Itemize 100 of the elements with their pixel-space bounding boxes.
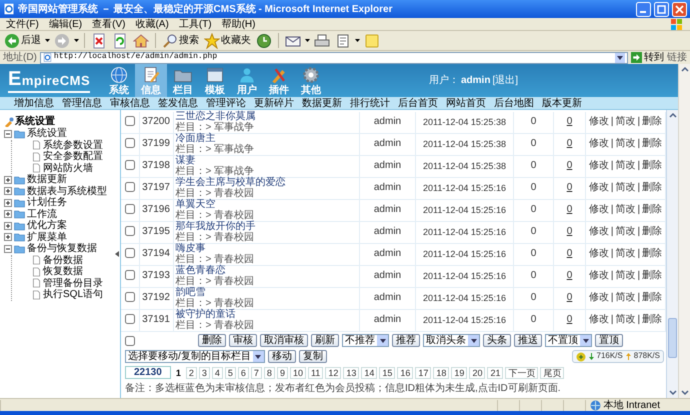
row-checkbox[interactable] xyxy=(124,270,135,280)
tree-item[interactable]: 恢复数据 xyxy=(43,266,83,278)
subnav-link[interactable]: 审核信息 xyxy=(110,98,150,108)
menu-item[interactable]: 编辑(E) xyxy=(48,18,82,30)
page-link[interactable]: 16 xyxy=(397,366,414,378)
page-link[interactable]: 17 xyxy=(415,366,432,378)
menu-item[interactable]: 收藏(A) xyxy=(135,18,169,30)
subnav-link[interactable]: 版本更新 xyxy=(542,98,582,108)
action-link[interactable]: 修改 xyxy=(588,292,609,304)
action-link[interactable]: 修改 xyxy=(588,160,609,172)
subnav-link[interactable]: 管理信息 xyxy=(62,98,102,108)
title-link[interactable]: 单翼天空 xyxy=(176,200,216,210)
count-link[interactable]: 0 xyxy=(566,204,572,216)
tree-item[interactable]: 管理备份目录 xyxy=(43,278,103,289)
caret-icon[interactable] xyxy=(45,39,50,42)
action-button[interactable]: 复制 xyxy=(298,350,327,363)
title-link[interactable]: 嗨皮事 xyxy=(176,244,206,254)
count-link[interactable]: 0 xyxy=(566,292,572,304)
subnav-link[interactable]: 数据更新 xyxy=(302,98,342,108)
page-link[interactable]: 18 xyxy=(433,366,450,378)
expand-icon[interactable] xyxy=(4,210,12,218)
caret-icon[interactable] xyxy=(74,39,79,42)
dropdown[interactable]: 选择要移动/复制的目标栏目 xyxy=(125,350,265,363)
action-link[interactable]: 简改 xyxy=(616,226,636,238)
go-button[interactable]: 转到 xyxy=(631,52,664,63)
title-link[interactable]: 三世恋之非你莫属 xyxy=(176,112,256,122)
tree-item[interactable]: 备份与恢复数据 xyxy=(27,243,97,254)
scrollbar-thumb[interactable] xyxy=(668,318,677,358)
next-page-link[interactable]: 下一页 xyxy=(505,366,538,378)
action-link[interactable]: 修改 xyxy=(588,248,609,260)
row-checkbox[interactable] xyxy=(124,226,135,236)
maximize-button[interactable] xyxy=(654,2,669,16)
select-all-checkbox[interactable] xyxy=(125,336,135,346)
action-link[interactable]: 修改 xyxy=(588,226,609,238)
page-link[interactable]: 4 xyxy=(212,366,223,378)
page-link[interactable]: 12 xyxy=(325,366,342,378)
count-link[interactable]: 0 xyxy=(566,226,572,238)
action-link[interactable]: 简改 xyxy=(616,138,636,150)
action-link[interactable]: 简改 xyxy=(616,314,636,326)
subnav-link[interactable]: 签发信息 xyxy=(158,98,198,108)
home-button[interactable] xyxy=(132,32,150,48)
page-link[interactable]: 2 xyxy=(186,366,197,378)
count-link[interactable]: 0 xyxy=(566,116,572,128)
tree-item[interactable]: 扩展菜单 xyxy=(27,232,67,243)
dropdown[interactable]: 不置顶 xyxy=(545,334,592,347)
tree-item[interactable]: 备份数据 xyxy=(43,254,83,266)
action-link[interactable]: 简改 xyxy=(616,116,636,128)
tree-item[interactable]: 工作流 xyxy=(27,208,57,220)
dropdown-arrow-icon[interactable] xyxy=(615,52,625,62)
action-link[interactable]: 简改 xyxy=(616,270,636,282)
subnav-link[interactable]: 后台地图 xyxy=(494,98,534,108)
page-link[interactable]: 19 xyxy=(451,366,468,378)
tree-item[interactable]: 数据更新 xyxy=(27,174,67,186)
action-button[interactable]: 删除 xyxy=(198,334,226,347)
action-link[interactable]: 修改 xyxy=(588,204,609,216)
page-link[interactable]: 5 xyxy=(224,366,236,378)
action-link[interactable]: 简改 xyxy=(616,182,636,194)
action-link[interactable]: 修改 xyxy=(588,116,609,128)
collapse-arrow-icon[interactable] xyxy=(114,251,118,257)
page-link[interactable]: 6 xyxy=(238,366,249,378)
menu-item[interactable]: 文件(F) xyxy=(6,18,39,30)
page-link[interactable]: 14 xyxy=(361,366,378,378)
action-link[interactable]: 删除 xyxy=(642,314,662,326)
page-link[interactable]: 11 xyxy=(308,366,324,378)
scrollbar[interactable] xyxy=(666,110,678,398)
menu-item[interactable]: 工具(T) xyxy=(178,18,212,30)
page-link[interactable]: 10 xyxy=(290,366,306,378)
page-link[interactable]: 3 xyxy=(198,366,210,378)
page-link[interactable]: 13 xyxy=(343,366,360,378)
search-button[interactable]: 搜索 xyxy=(161,32,200,48)
action-button[interactable]: 刷新 xyxy=(311,334,339,347)
action-button[interactable]: 置顶 xyxy=(595,334,623,347)
title-link[interactable]: 韵吧雪 xyxy=(176,288,206,298)
expand-icon[interactable] xyxy=(4,187,12,196)
expand-icon[interactable] xyxy=(4,222,12,230)
action-link[interactable]: 修改 xyxy=(588,314,609,326)
page-link[interactable]: 9 xyxy=(276,366,288,378)
count-link[interactable]: 0 xyxy=(566,182,572,194)
action-button[interactable]: 审核 xyxy=(229,334,257,347)
tree-item[interactable]: 计划任务 xyxy=(27,197,67,208)
action-button[interactable]: 取消审核 xyxy=(260,334,308,347)
action-button[interactable]: 推荐 xyxy=(392,334,420,347)
last-page-link[interactable]: 尾页 xyxy=(540,366,564,378)
count-link[interactable]: 0 xyxy=(566,270,572,282)
action-link[interactable]: 简改 xyxy=(616,160,636,172)
dropdown[interactable]: 取消头条 xyxy=(423,334,480,347)
logout-link[interactable]: [退出] xyxy=(492,75,518,86)
links-label[interactable]: 链接 xyxy=(667,52,687,63)
address-field[interactable]: http://localhost/e/admin/admin.php xyxy=(40,52,628,64)
history-button[interactable] xyxy=(255,32,273,48)
action-link[interactable]: 删除 xyxy=(642,116,662,128)
row-checkbox[interactable] xyxy=(124,314,135,324)
action-link[interactable]: 删除 xyxy=(642,182,662,194)
title-link[interactable]: 蓝色青春恋 xyxy=(176,266,226,276)
action-link[interactable]: 删除 xyxy=(642,160,662,172)
subnav-link[interactable]: 更新碎片 xyxy=(254,98,294,108)
action-link[interactable]: 删除 xyxy=(642,248,662,260)
action-button[interactable]: 移动 xyxy=(268,350,296,363)
action-link[interactable]: 修改 xyxy=(588,270,609,282)
page-link[interactable]: 21 xyxy=(487,366,504,378)
